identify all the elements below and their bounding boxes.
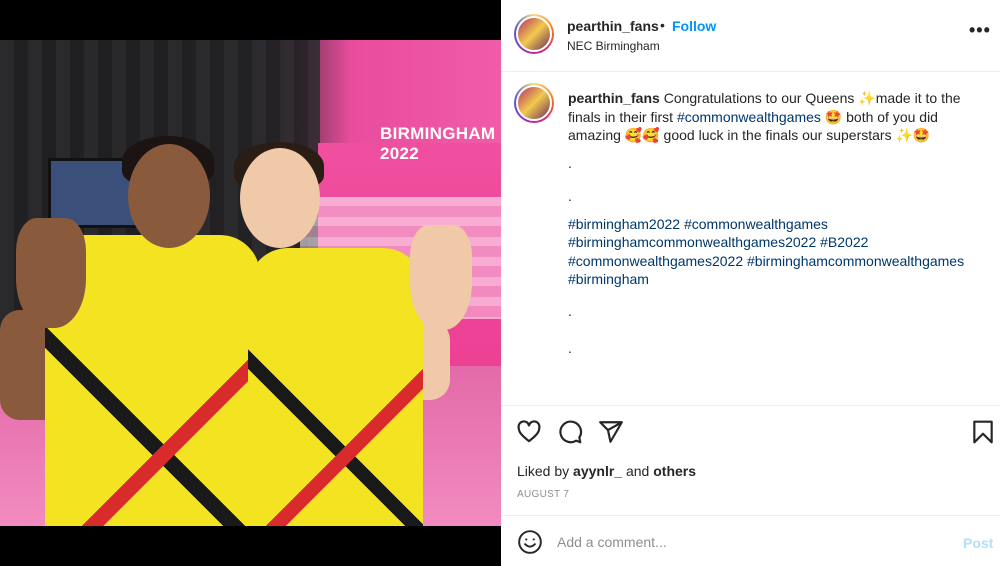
more-options-icon[interactable]: •••	[969, 20, 991, 41]
post-date[interactable]: AUGUST 7	[517, 489, 569, 500]
caption-dot-line: .	[568, 302, 572, 319]
separator-dot: •	[660, 17, 665, 33]
photo-peace-sign-right	[410, 225, 472, 330]
liked-by-mid: and	[622, 463, 654, 479]
hashtag-link[interactable]: #commonwealthgames	[677, 109, 821, 125]
caption-dot-line: .	[568, 187, 572, 204]
avatar[interactable]	[514, 14, 554, 54]
caption-dot-line: .	[568, 154, 572, 171]
hashtag-list: #birmingham2022 #commonwealthgames #birm…	[568, 215, 978, 289]
post-header: pearthin_fans • Follow NEC Birmingham ••…	[501, 0, 1000, 72]
heart-icon[interactable]	[516, 419, 542, 445]
hashtag-link[interactable]: #commonwealthgames2022	[568, 253, 743, 269]
share-icon[interactable]	[598, 419, 624, 445]
follow-button[interactable]: Follow	[672, 18, 716, 34]
photo-peace-sign-left	[16, 218, 86, 328]
comment-input[interactable]	[557, 530, 937, 554]
post-actions: Liked by ayynlr_ and others AUGUST 7	[501, 405, 1000, 515]
post-media[interactable]: BIRMINGHAM 2022	[0, 0, 501, 566]
photo-player-right-shirt	[248, 248, 423, 526]
caption-avatar[interactable]	[514, 83, 554, 123]
hashtag-link[interactable]: #birmingham	[568, 271, 649, 287]
liked-by-prefix: Liked by	[517, 463, 574, 479]
hashtag-link[interactable]: #commonwealthgames	[684, 216, 828, 232]
hashtag-link[interactable]: #birmingham2022	[568, 216, 680, 232]
likes-summary: Liked by ayynlr_ and others	[517, 463, 696, 479]
photo-banner-text: BIRMINGHAM 2022	[380, 124, 496, 163]
username-link[interactable]: pearthin_fans	[567, 18, 659, 34]
post-photo[interactable]	[0, 40, 501, 526]
caption-area: pearthin_fans Congratulations to our Que…	[501, 73, 1000, 405]
caption-dot-line: .	[568, 339, 572, 356]
hashtag-link[interactable]: #birminghamcommonwealthgames2022	[568, 234, 816, 250]
liked-by-user-link[interactable]: ayynlr_	[573, 463, 622, 479]
liked-by-others-link[interactable]: others	[653, 463, 696, 479]
avatar-image	[516, 16, 552, 52]
caption-username-link[interactable]: pearthin_fans	[568, 90, 660, 106]
comment-bar: Post	[501, 515, 1000, 566]
bookmark-icon[interactable]	[970, 419, 996, 445]
photo-player-left-face	[128, 144, 210, 248]
post-comment-button[interactable]: Post	[963, 535, 993, 551]
comment-icon[interactable]	[557, 419, 583, 445]
hashtag-link[interactable]: #B2022	[820, 234, 868, 250]
avatar-image	[516, 85, 552, 121]
location-link[interactable]: NEC Birmingham	[567, 39, 660, 53]
caption-text: pearthin_fans Congratulations to our Que…	[568, 89, 978, 367]
post-side-panel: pearthin_fans • Follow NEC Birmingham ••…	[501, 0, 1000, 566]
photo-player-right-face	[240, 148, 320, 248]
emoji-icon[interactable]	[517, 529, 543, 555]
hashtag-link[interactable]: #birminghamcommonwealthgames	[747, 253, 964, 269]
